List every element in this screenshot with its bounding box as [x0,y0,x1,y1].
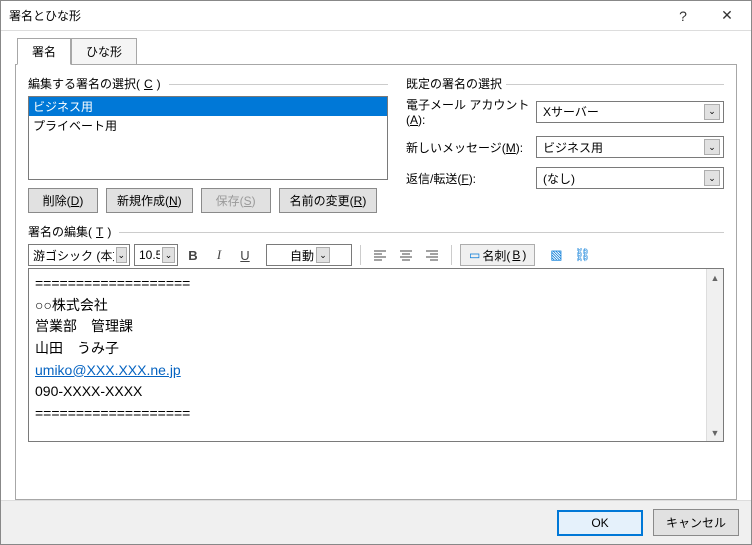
bold-button[interactable]: B [182,244,204,266]
chevron-down-icon: ⌄ [162,247,175,263]
underline-button[interactable]: U [234,244,256,266]
newmsg-label: 新しいメッセージ(M): [406,139,536,156]
insert-link-button[interactable]: ⛓ [571,244,593,266]
chevron-down-icon: ⌄ [704,104,720,120]
editor-line: 営業部 管理課 [35,316,700,338]
left-column: 編集する署名の選択(C) ビジネス用 プライベート用 削除(D) 新規作成(N)… [28,75,388,213]
list-item[interactable]: ビジネス用 [29,97,387,116]
separator [451,245,452,265]
business-card-button[interactable]: ▭ 名刺(B) [460,244,535,266]
rename-button[interactable]: 名前の変更(R) [279,188,378,213]
newmsg-select[interactable]: ビジネス用 ⌄ [536,136,724,158]
tab-panel: 編集する署名の選択(C) ビジネス用 プライベート用 削除(D) 新規作成(N)… [15,64,737,500]
signature-editor[interactable]: =================== ○○株式会社 営業部 管理課 山田 うみ… [29,269,706,441]
select-signature-label: 編集する署名の選択(C) [28,75,388,92]
dialog-window: 署名とひな形 ? ✕ 署名 ひな形 編集する署名の選択(C) ビジネス用 [0,0,752,545]
insert-image-button[interactable]: ▧ [545,244,567,266]
list-item[interactable]: プライベート用 [29,116,387,135]
editor-toolbar: 游ゴシック (本文の ⌄ 10.5 ⌄ B I U 自動 ⌄ [28,244,724,266]
default-signature-label: 既定の署名の選択 [406,75,724,92]
italic-button[interactable]: I [208,244,230,266]
editor-wrap: =================== ○○株式会社 営業部 管理課 山田 うみ… [28,268,724,442]
tab-strip: 署名 ひな形 [17,37,737,64]
close-button[interactable]: ✕ [705,2,749,30]
titlebar: 署名とひな形 ? ✕ [1,1,751,31]
font-color-select[interactable]: 自動 ⌄ [266,244,352,266]
top-row: 編集する署名の選択(C) ビジネス用 プライベート用 削除(D) 新規作成(N)… [28,75,724,213]
newmsg-row: 新しいメッセージ(M): ビジネス用 ⌄ [406,136,724,158]
tab-template[interactable]: ひな形 [71,38,137,65]
right-column: 既定の署名の選択 電子メール アカウント(A): Xサーバー ⌄ 新しいメッセー… [406,75,724,213]
window-title: 署名とひな形 [9,7,661,24]
font-size-select[interactable]: 10.5 ⌄ [134,244,178,266]
scroll-down-icon[interactable]: ▼ [707,424,723,441]
editor-line: umiko@XXX.XXX.ne.jp [35,360,700,382]
chevron-down-icon: ⌄ [704,170,720,186]
editor-line: =================== [35,273,700,295]
account-row: 電子メール アカウント(A): Xサーバー ⌄ [406,96,724,127]
delete-button[interactable]: 削除(D) [28,188,98,213]
signature-listbox[interactable]: ビジネス用 プライベート用 [28,96,388,180]
help-button[interactable]: ? [661,2,705,30]
font-name-select[interactable]: 游ゴシック (本文の ⌄ [28,244,130,266]
dialog-footer: OK キャンセル [1,500,751,544]
edit-signature-label: 署名の編集(T) [28,223,724,240]
dialog-body: 署名 ひな形 編集する署名の選択(C) ビジネス用 プライベート用 [1,31,751,500]
align-center-button[interactable] [395,244,417,266]
tab-signature[interactable]: 署名 [17,38,71,65]
list-button-row: 削除(D) 新規作成(N) 保存(S) 名前の変更(R) [28,188,388,213]
save-button[interactable]: 保存(S) [201,188,271,213]
reply-label: 返信/転送(F): [406,170,536,187]
edit-group: 署名の編集(T) 游ゴシック (本文の ⌄ 10.5 ⌄ B I U [28,223,724,442]
chevron-down-icon: ⌄ [316,247,330,263]
ok-button[interactable]: OK [557,510,643,536]
reply-select[interactable]: (なし) ⌄ [536,167,724,189]
cancel-button[interactable]: キャンセル [653,509,739,536]
editor-line: 090-XXXX-XXXX [35,381,700,403]
scroll-up-icon[interactable]: ▲ [707,269,723,286]
chevron-down-icon: ⌄ [116,247,127,263]
card-icon: ▭ [469,248,480,262]
reply-row: 返信/転送(F): (なし) ⌄ [406,167,724,189]
new-button[interactable]: 新規作成(N) [106,188,193,213]
editor-line: ○○株式会社 [35,295,700,317]
editor-scrollbar[interactable]: ▲ ▼ [706,269,723,441]
chevron-down-icon: ⌄ [704,139,720,155]
account-label: 電子メール アカウント(A): [406,96,536,127]
separator [360,245,361,265]
align-left-button[interactable] [369,244,391,266]
editor-line: 山田 うみ子 [35,338,700,360]
account-select[interactable]: Xサーバー ⌄ [536,101,724,123]
editor-line: =================== [35,403,700,425]
align-right-button[interactable] [421,244,443,266]
